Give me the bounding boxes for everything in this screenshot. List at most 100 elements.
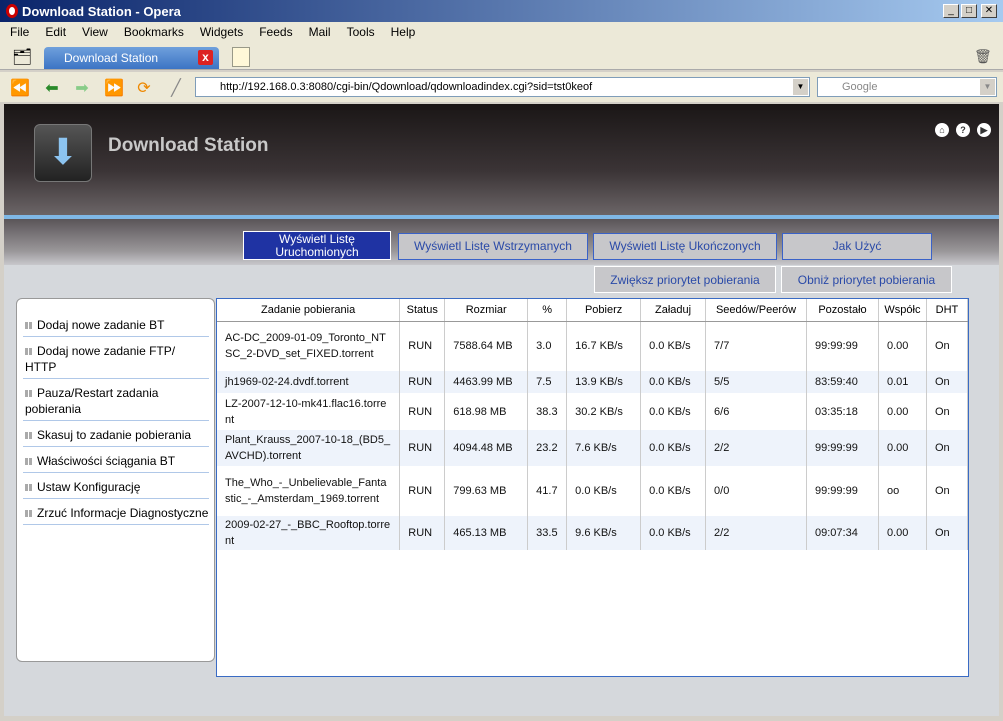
- table-cell: 16.7 KB/s: [566, 321, 642, 371]
- forward-icon[interactable]: ➡: [72, 78, 92, 97]
- browser-tab[interactable]: Download Station x: [44, 47, 219, 69]
- table-cell: 465.13 MB: [444, 516, 529, 550]
- maximize-button[interactable]: □: [961, 4, 977, 18]
- table-cell: oo: [878, 466, 927, 516]
- grip-icon: [25, 322, 32, 329]
- search-placeholder: Google: [842, 81, 878, 93]
- table-cell: RUN: [399, 466, 446, 516]
- trash-icon[interactable]: 🗑: [974, 48, 992, 65]
- grip-icon: [25, 458, 32, 465]
- table-cell: 0.0 KB/s: [640, 466, 707, 516]
- table-cell: 0.0 KB/s: [566, 466, 642, 516]
- help-icon[interactable]: ?: [956, 123, 970, 137]
- new-tab-icon[interactable]: [232, 47, 250, 67]
- fast-forward-icon[interactable]: ⏩: [104, 78, 124, 97]
- search-input[interactable]: Google ▼: [817, 77, 997, 97]
- sidebar-item-label: Właściwości ściągania BT: [37, 454, 176, 468]
- table-cell: 83:59:40: [806, 371, 879, 393]
- home-icon[interactable]: ⌂: [935, 123, 949, 137]
- column-header[interactable]: Zadanie pobierania: [217, 299, 401, 322]
- column-header[interactable]: DHT: [926, 299, 969, 322]
- address-input[interactable]: http://192.168.0.3:8080/cgi-bin/Qdownloa…: [195, 77, 810, 97]
- edit-icon[interactable]: ╱: [166, 78, 186, 97]
- menu-help[interactable]: Help: [391, 25, 416, 42]
- menu-bookmarks[interactable]: Bookmarks: [124, 25, 184, 42]
- table-row[interactable]: The_Who_-_Unbelievable_Fantastic_-_Amste…: [217, 466, 969, 516]
- menu-edit[interactable]: Edit: [45, 25, 66, 42]
- chevron-down-icon[interactable]: ▼: [793, 79, 808, 95]
- rewind-icon[interactable]: ⏪: [10, 78, 30, 97]
- table-cell: 0.00: [878, 430, 927, 466]
- back-icon[interactable]: ⬅: [42, 78, 62, 97]
- tab-label: Download Station: [64, 51, 159, 65]
- column-header[interactable]: Pobierz: [566, 299, 642, 322]
- table-cell: The_Who_-_Unbelievable_Fantastic_-_Amste…: [217, 466, 401, 516]
- table-row[interactable]: 2009-02-27_-_BBC_Rooftop.torrent RUN 465.1…: [217, 516, 969, 550]
- column-header[interactable]: Status: [399, 299, 446, 322]
- sidebar-item-label: Skasuj to zadanie pobierania: [37, 428, 192, 442]
- table-cell: On: [926, 321, 969, 371]
- sidebar-item-diagnostics[interactable]: Zrzuć Informacje Diagnostyczne: [23, 502, 209, 525]
- tab-paused[interactable]: Wyświetl Listę Wstrzymanych: [398, 233, 588, 260]
- table-cell: On: [926, 430, 969, 466]
- raise-priority-button[interactable]: Zwiększ priorytet pobierania: [594, 266, 776, 293]
- menu-view[interactable]: View: [82, 25, 108, 42]
- table-cell: RUN: [399, 393, 446, 430]
- window-title: Download Station - Opera: [22, 4, 181, 19]
- grip-icon: [25, 432, 32, 439]
- minimize-button[interactable]: _: [943, 4, 959, 18]
- sidebar-item-label: Dodaj nowe zadanie BT: [37, 318, 165, 332]
- column-header[interactable]: Seedów/Peerów: [705, 299, 807, 322]
- app-header: [4, 104, 999, 216]
- table-cell: AC-DC_2009-01-09_Toronto_NTSC_2-DVD_set_…: [217, 321, 401, 371]
- table-row[interactable]: jh1969-02-24.dvdf.torrent RUN 4463.99 MB 7.…: [217, 371, 969, 393]
- column-header[interactable]: Pozostało: [806, 299, 879, 322]
- sidebar-item-add-bt[interactable]: Dodaj nowe zadanie BT: [23, 314, 209, 337]
- close-tab-icon[interactable]: x: [198, 50, 213, 65]
- table-cell: LZ-2007-12-10-mk41.flac16.torrent: [217, 393, 401, 430]
- table-cell: 0.00: [878, 516, 927, 550]
- table-cell: 41.7: [527, 466, 568, 516]
- panels-icon[interactable]: 🗂: [12, 47, 32, 67]
- column-header[interactable]: Współc: [878, 299, 927, 322]
- download-arrow-icon: ⬇: [34, 124, 92, 182]
- reload-icon[interactable]: ⟳: [134, 78, 154, 97]
- close-window-button[interactable]: ✕: [981, 4, 997, 18]
- table-cell: 3.0: [527, 321, 568, 371]
- table-cell: jh1969-02-24.dvdf.torrent: [217, 371, 401, 393]
- table-cell: On: [926, 466, 969, 516]
- table-row[interactable]: AC-DC_2009-01-09_Toronto_NTSC_2-DVD_set_…: [217, 321, 969, 371]
- url-text: http://192.168.0.3:8080/cgi-bin/Qdownloa…: [220, 81, 593, 93]
- menu-widgets[interactable]: Widgets: [200, 25, 243, 42]
- table-cell: 99:99:99: [806, 321, 879, 371]
- tab-how-to-use[interactable]: Jak Użyć: [782, 233, 932, 260]
- table-cell: 2/2: [705, 430, 807, 466]
- task-table: Zadanie pobierania Status Rozmiar% Pobierz Z…: [216, 298, 969, 677]
- table-row[interactable]: Plant_Krauss_2007-10-18_(BD5_AVCHD).torr…: [217, 430, 969, 466]
- table-cell: 618.98 MB: [444, 393, 529, 430]
- menu-feeds[interactable]: Feeds: [259, 25, 292, 42]
- lower-priority-button[interactable]: Obniż priorytet pobierania: [781, 266, 952, 293]
- sidebar-item-add-ftp-http[interactable]: Dodaj nowe zadanie FTP/ HTTP: [23, 340, 209, 379]
- sidebar-item-delete[interactable]: Skasuj to zadanie pobierania: [23, 424, 209, 447]
- tab-completed[interactable]: Wyświetl Listę Ukończonych: [593, 233, 777, 260]
- logout-icon[interactable]: ▶: [977, 123, 991, 137]
- menu-file[interactable]: File: [10, 25, 29, 42]
- column-header[interactable]: %: [527, 299, 568, 322]
- table-row[interactable]: LZ-2007-12-10-mk41.flac16.torrent RUN 618.…: [217, 393, 969, 430]
- sidebar-item-configuration[interactable]: Ustaw Konfigurację: [23, 476, 209, 499]
- table-cell: 4094.48 MB: [444, 430, 529, 466]
- table-cell: On: [926, 371, 969, 393]
- tab-running[interactable]: Wyświetl Listę Uruchomionych: [243, 231, 391, 260]
- table-cell: On: [926, 516, 969, 550]
- table-cell: 5/5: [705, 371, 807, 393]
- menu-tools[interactable]: Tools: [347, 25, 375, 42]
- column-header[interactable]: Załaduj: [640, 299, 707, 322]
- sidebar-item-bt-properties[interactable]: Właściwości ściągania BT: [23, 450, 209, 473]
- chevron-down-icon[interactable]: ▼: [980, 79, 995, 95]
- table-cell: 13.9 KB/s: [566, 371, 642, 393]
- sidebar-item-pause-restart[interactable]: Pauza/Restart zadania pobierania: [23, 382, 209, 421]
- menu-mail[interactable]: Mail: [309, 25, 331, 42]
- column-header[interactable]: Rozmiar: [444, 299, 529, 322]
- table-cell: 33.5: [527, 516, 568, 550]
